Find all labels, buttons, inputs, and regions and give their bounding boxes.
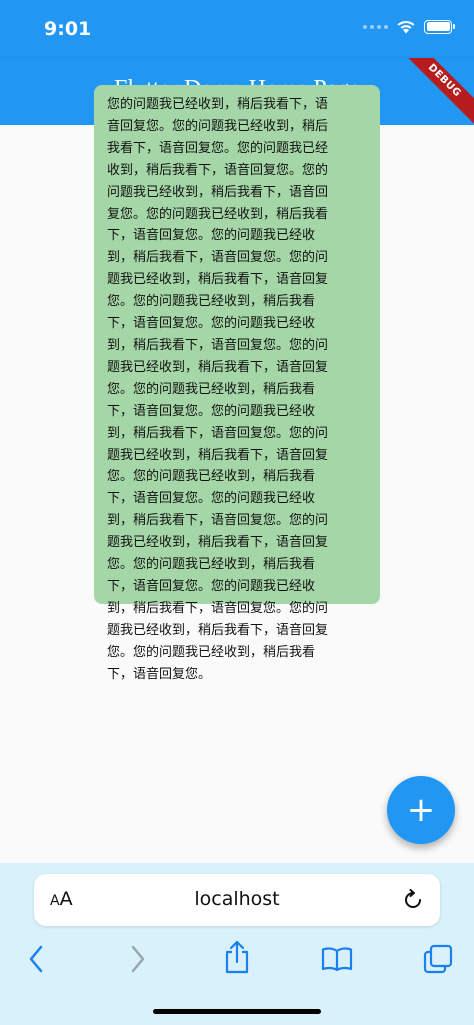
home-indicator	[153, 1009, 321, 1014]
message-text: 您的问题我已经收到，稍后我看下，语 音回复您。您的问题我已经收到，稍后 我看下，语音…	[107, 94, 357, 685]
bookmarks-icon	[321, 947, 353, 972]
reload-icon[interactable]	[400, 887, 426, 913]
signal-dots-icon	[363, 24, 388, 29]
message-line: 音回复您。您的问题我已经收到，稍后	[107, 118, 329, 134]
message-line: 下，语音回复您。您的问题我已经收	[107, 228, 316, 244]
message-line: 您。您的问题我已经收到，稍后我看	[107, 294, 316, 310]
message-line: 到，稍后我看下，语音回复您。您的问	[107, 513, 329, 529]
forward-button[interactable]	[118, 943, 158, 975]
message-line: 题我已经收到，稍后我看下，语音回复	[107, 272, 329, 288]
share-button[interactable]	[217, 937, 257, 977]
wifi-icon	[397, 20, 415, 34]
message-line: 下，语音回复您。您的问题我已经收	[107, 491, 316, 507]
message-line: 您。您的问题我已经收到，稍后我看	[107, 381, 316, 397]
message-line: 下，语音回复您。您的问题我已经收	[107, 403, 316, 419]
tabs-icon	[423, 944, 453, 974]
share-icon	[225, 940, 249, 974]
tabs-button[interactable]	[418, 943, 458, 975]
message-line: 复您。您的问题我已经收到，稍后我看	[107, 206, 329, 222]
message-line: 到，稍后我看下，语音回复您。您的问	[107, 250, 329, 266]
message-line: 我看下，语音回复您。您的问题我已经	[107, 140, 329, 156]
battery-level	[426, 22, 450, 31]
message-line: 题我已经收到，稍后我看下，语音回复	[107, 359, 329, 375]
message-line: 到，稍后我看下，语音回复您。您的问	[107, 600, 329, 616]
status-icons	[363, 19, 455, 34]
message-line: 您。您的问题我已经收到，稍后我看	[107, 644, 316, 660]
message-line: 您。您的问题我已经收到，稍后我看	[107, 469, 316, 485]
browser-toolbar: AA localhost	[0, 863, 474, 1025]
bookmarks-button[interactable]	[317, 943, 357, 975]
message-line: 到，稍后我看下，语音回复您。您的问	[107, 425, 329, 441]
message-line: 您的问题我已经收到，稍后我看下，语	[107, 97, 329, 112]
message-line: 题我已经收到，稍后我看下，语音回复	[107, 447, 329, 463]
message-line: 题我已经收到，稍后我看下，语音回复	[107, 535, 329, 551]
message-line: 下，语音回复您。您的问题我已经收	[107, 316, 316, 332]
message-line: 下，语音回复您。	[107, 666, 212, 682]
message-line: 问题我已经收到，稍后我看下，语音回	[107, 184, 329, 200]
address-bar[interactable]: AA localhost	[34, 874, 440, 926]
message-line: 到，稍后我看下，语音回复您。您的问	[107, 337, 329, 353]
status-bar: 9:01	[0, 0, 474, 58]
message-line: 下，语音回复您。您的问题我已经收	[107, 578, 316, 594]
message-line: 您。您的问题我已经收到，稍后我看	[107, 557, 316, 573]
back-icon	[29, 945, 43, 973]
add-button[interactable]: +	[387, 776, 455, 844]
message-line: 收到，稍后我看下，语音回复您。您的	[107, 162, 329, 178]
back-button[interactable]	[16, 943, 56, 975]
battery-icon	[424, 19, 455, 34]
url-text: localhost	[194, 888, 280, 910]
forward-icon	[131, 945, 145, 973]
add-icon: +	[406, 790, 436, 830]
status-time: 9:01	[44, 18, 92, 40]
message-line: 题我已经收到，稍后我看下，语音回复	[107, 622, 329, 638]
